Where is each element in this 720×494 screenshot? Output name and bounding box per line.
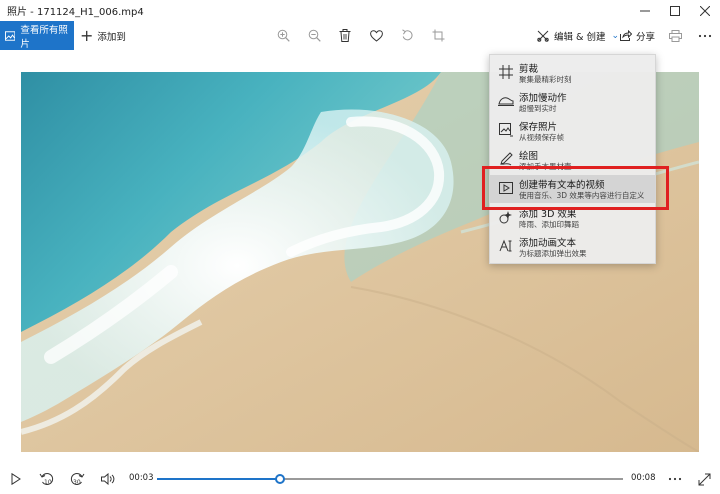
close-icon xyxy=(700,5,710,16)
rotate-icon xyxy=(401,29,412,41)
total-time: 00:08 xyxy=(631,473,656,483)
seek-bar[interactable] xyxy=(157,474,623,484)
edit-create-menu: 剪裁 聚集最精彩时刻 添加慢动作 超慢到实时 保存照片 从视频保存帧 绘图 添加… xyxy=(489,54,656,264)
more-options-button[interactable] xyxy=(694,21,716,50)
highlight-box xyxy=(482,166,669,210)
slow-motion-icon xyxy=(498,93,514,109)
forward-icon: 30 xyxy=(70,473,85,486)
play-icon xyxy=(11,473,21,485)
printer-icon xyxy=(668,29,682,42)
edit-create-button[interactable]: 编辑 & 创建 ⌄ xyxy=(537,21,619,50)
player-more-button[interactable] xyxy=(665,468,685,490)
add-to-button[interactable]: + 添加到 xyxy=(80,21,126,50)
effects-3d-icon xyxy=(498,209,514,225)
menu-item-label: 保存照片 xyxy=(519,122,558,133)
menu-item-save-photo[interactable]: 保存照片 从视频保存帧 xyxy=(490,117,655,145)
photos-icon xyxy=(5,30,16,41)
play-button[interactable] xyxy=(7,468,25,490)
menu-item-label: 添加慢动作 xyxy=(519,93,567,104)
menu-item-add-animated-text[interactable]: 添加动画文本 为标题添加弹出效果 xyxy=(490,233,655,261)
add-to-label: 添加到 xyxy=(97,31,126,43)
title-bar: 照片 - 171124_H1_006.mp4 xyxy=(0,0,720,21)
rotate-button[interactable] xyxy=(396,21,418,50)
menu-item-trim[interactable]: 剪裁 聚集最精彩时刻 xyxy=(490,59,655,87)
view-all-label: 查看所有照片 xyxy=(20,24,68,50)
volume-button[interactable] xyxy=(98,468,118,490)
trash-icon xyxy=(339,29,351,42)
zoom-in-icon xyxy=(277,29,290,42)
trim-icon xyxy=(498,64,514,80)
menu-item-desc: 从视频保存帧 xyxy=(519,133,564,142)
rewind-button[interactable]: 10 xyxy=(37,468,57,490)
fullscreen-button[interactable] xyxy=(694,468,714,490)
pen-icon xyxy=(498,151,514,167)
more-icon xyxy=(698,34,712,37)
menu-item-desc: 超慢到实时 xyxy=(519,104,557,113)
menu-item-desc: 聚集最精彩时刻 xyxy=(519,75,572,84)
current-time: 00:03 xyxy=(129,473,154,483)
zoom-out-icon xyxy=(308,29,321,42)
crop-icon xyxy=(432,29,444,42)
share-button[interactable]: 分享 xyxy=(620,21,655,50)
maximize-icon xyxy=(670,5,680,16)
volume-icon xyxy=(100,473,114,485)
animated-text-icon xyxy=(498,238,514,254)
minimize-button[interactable] xyxy=(630,0,660,21)
menu-item-desc: 为标题添加弹出效果 xyxy=(519,249,587,258)
view-all-photos-button[interactable]: 查看所有照片 xyxy=(0,21,74,50)
seek-bar-thumb[interactable] xyxy=(275,474,286,484)
favorite-button[interactable] xyxy=(365,21,387,50)
maximize-button[interactable] xyxy=(660,0,690,21)
plus-icon: + xyxy=(80,25,94,45)
zoom-in-button[interactable] xyxy=(272,21,294,50)
menu-item-desc: 降雨、添加印舞蹈 xyxy=(519,220,579,229)
more-icon xyxy=(668,477,682,481)
fullscreen-icon xyxy=(698,473,710,485)
menu-item-label: 添加动画文本 xyxy=(519,238,577,249)
delete-button[interactable] xyxy=(334,21,356,50)
window-title: 照片 - 171124_H1_006.mp4 xyxy=(7,7,144,18)
rewind-icon: 10 xyxy=(39,473,54,486)
menu-item-label: 剪裁 xyxy=(519,64,539,75)
edit-create-label: 编辑 & 创建 xyxy=(554,31,606,43)
share-label: 分享 xyxy=(636,31,656,43)
forward-button[interactable]: 30 xyxy=(67,468,87,490)
seek-bar-progress xyxy=(157,478,281,480)
minimize-icon xyxy=(640,10,650,11)
menu-item-slow-motion[interactable]: 添加慢动作 超慢到实时 xyxy=(490,88,655,116)
edit-create-icon xyxy=(537,30,549,42)
heart-icon xyxy=(369,29,383,42)
toolbar: 查看所有照片 + 添加到 编辑 & 创建 ⌄ 分享 xyxy=(0,21,720,50)
zoom-out-button[interactable] xyxy=(303,21,325,50)
print-button[interactable] xyxy=(664,21,686,50)
share-icon xyxy=(620,30,632,41)
menu-item-label: 绘图 xyxy=(519,151,539,162)
close-button[interactable] xyxy=(690,0,720,21)
crop-button[interactable] xyxy=(427,21,449,50)
forward-seconds: 30 xyxy=(73,479,81,486)
playback-bar: 10 30 00:03 00:08 xyxy=(0,464,720,494)
rewind-seconds: 10 xyxy=(44,479,52,486)
save-photo-icon xyxy=(498,122,514,138)
chevron-down-icon: ⌄ xyxy=(611,30,619,41)
